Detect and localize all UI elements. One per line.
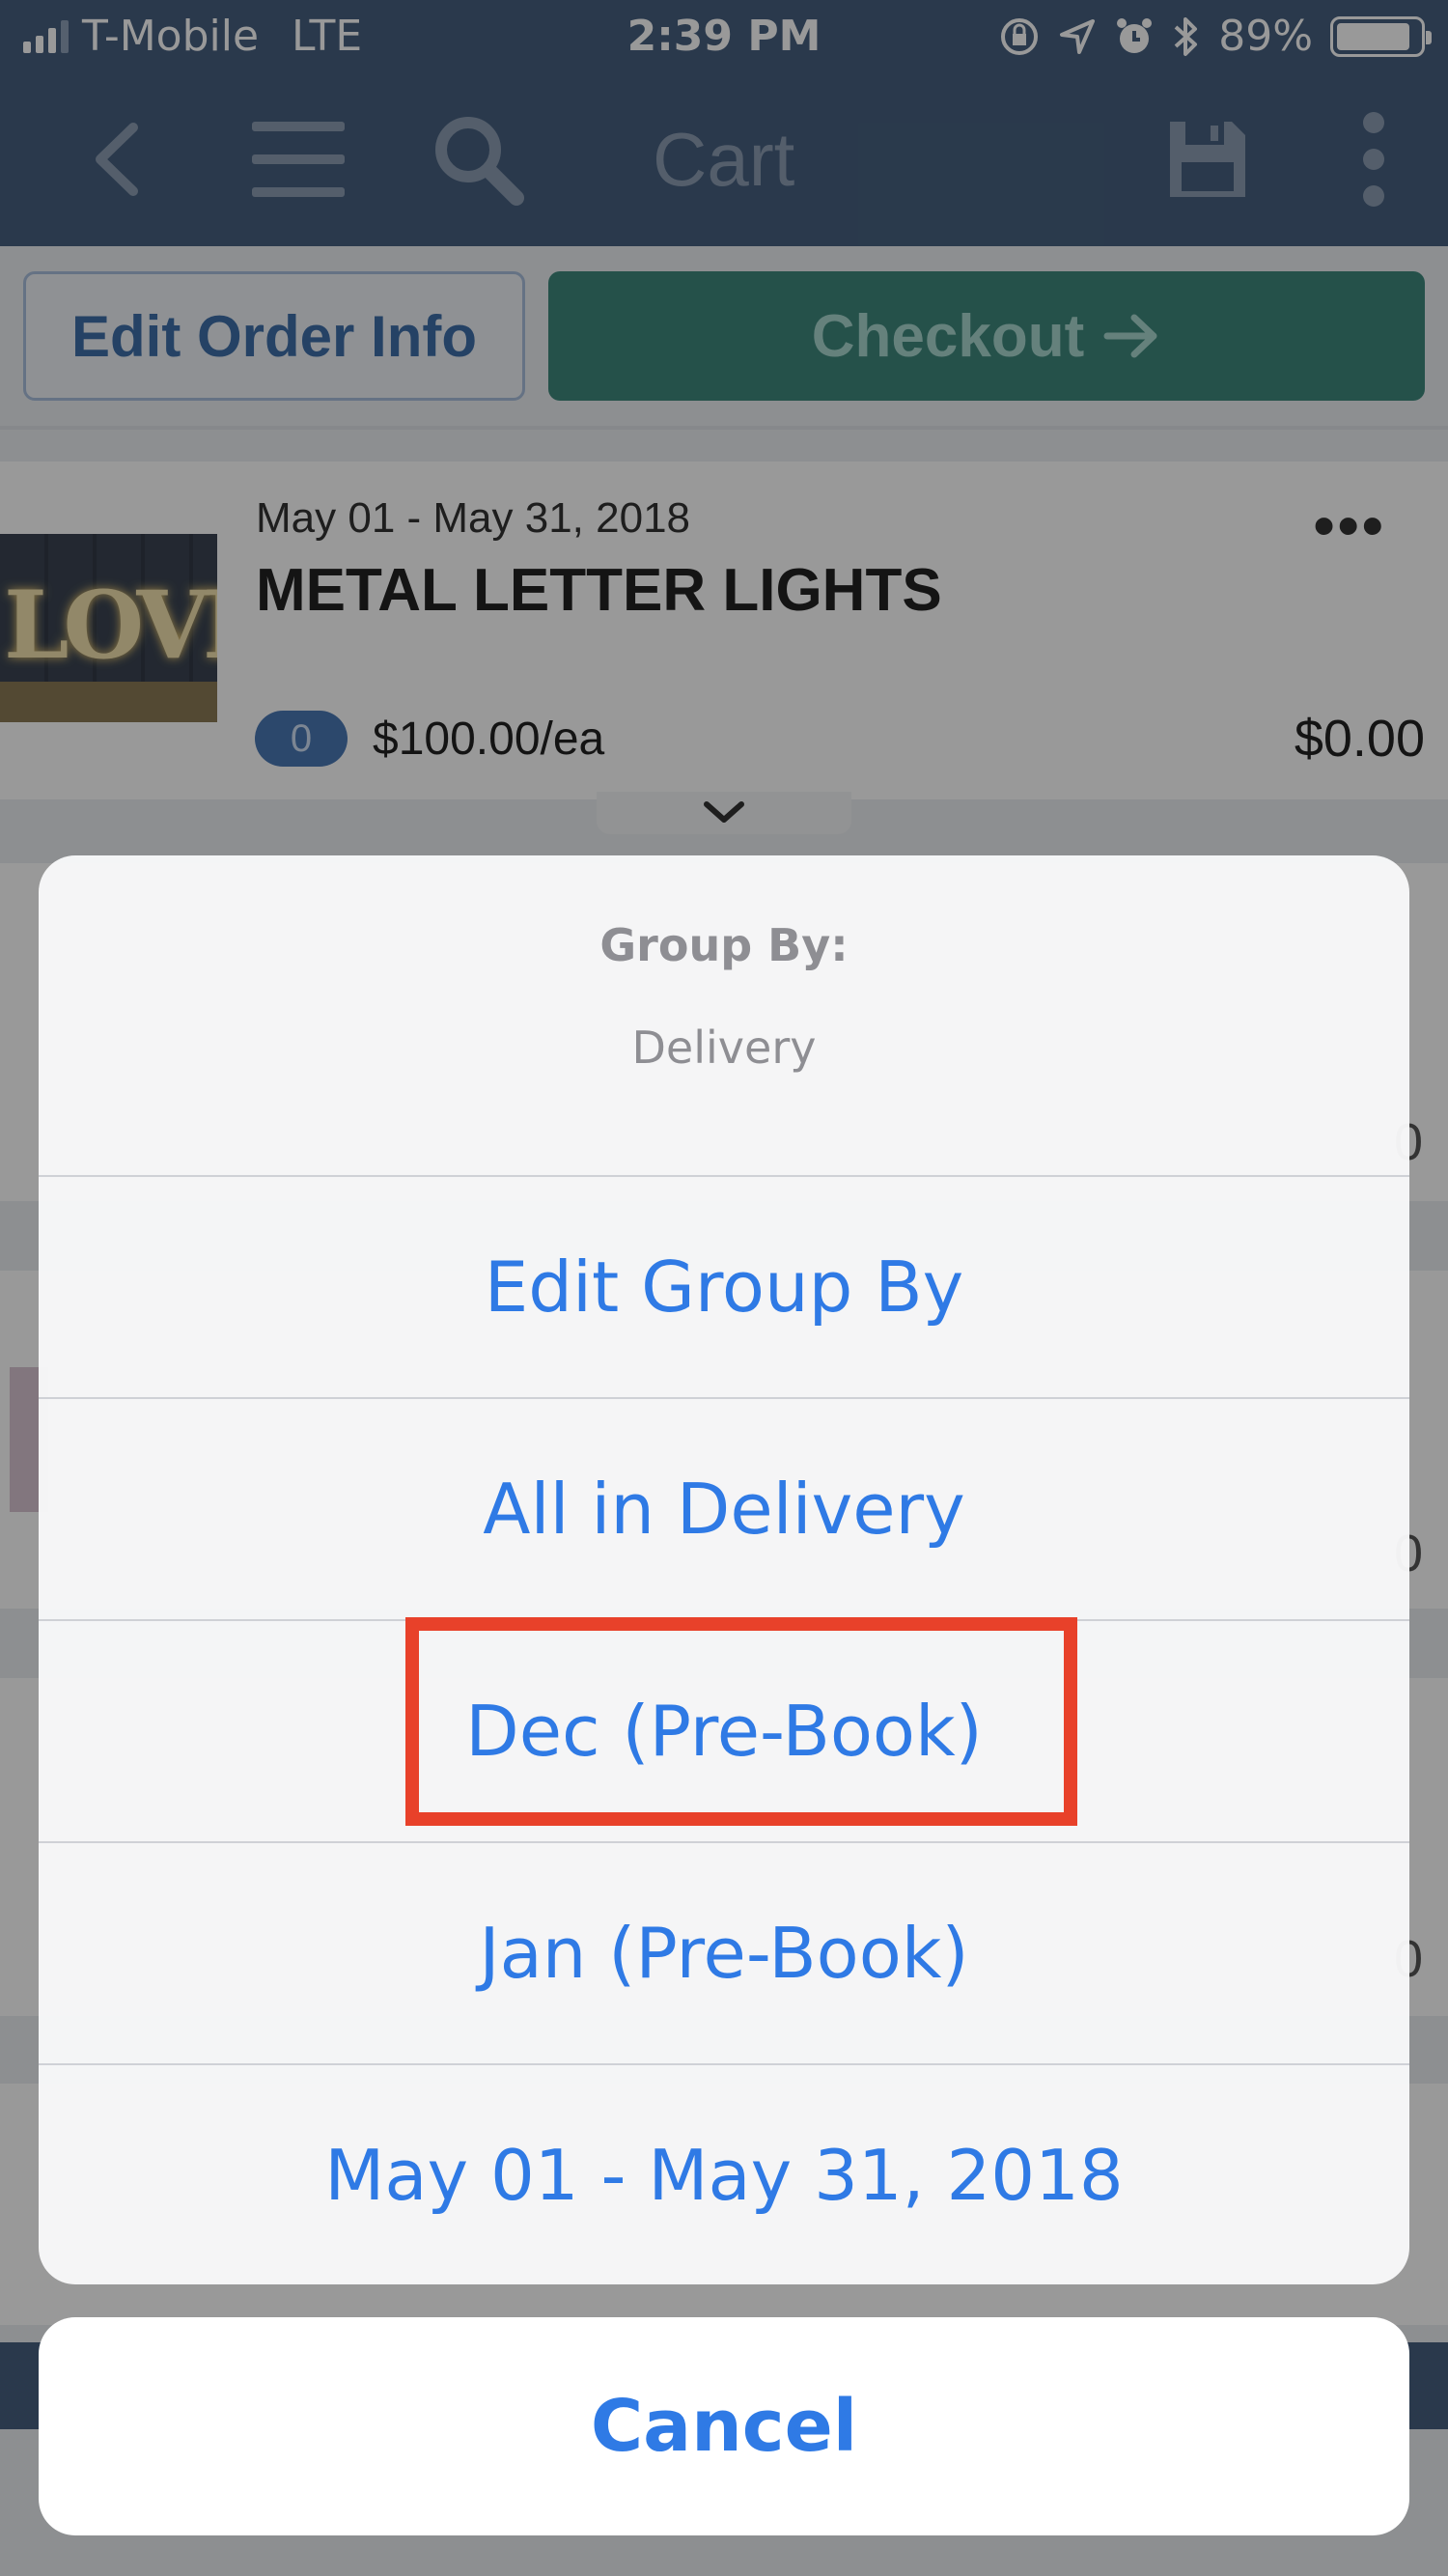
cancel-button[interactable]: Cancel [39,2317,1409,2535]
group-by-action-sheet: Group By: Delivery Edit Group By All in … [39,855,1409,2284]
option-may-2018[interactable]: May 01 - May 31, 2018 [39,2065,1409,2284]
action-sheet-subtitle: Delivery [631,1022,817,1074]
option-all-in-delivery[interactable]: All in Delivery [39,1399,1409,1621]
option-jan-pre-book[interactable]: Jan (Pre-Book) [39,1843,1409,2065]
highlight-annotation [405,1617,1077,1826]
action-sheet-header: Group By: Delivery [39,855,1409,1177]
action-sheet-title: Group By: [599,919,849,971]
option-edit-group-by[interactable]: Edit Group By [39,1177,1409,1399]
